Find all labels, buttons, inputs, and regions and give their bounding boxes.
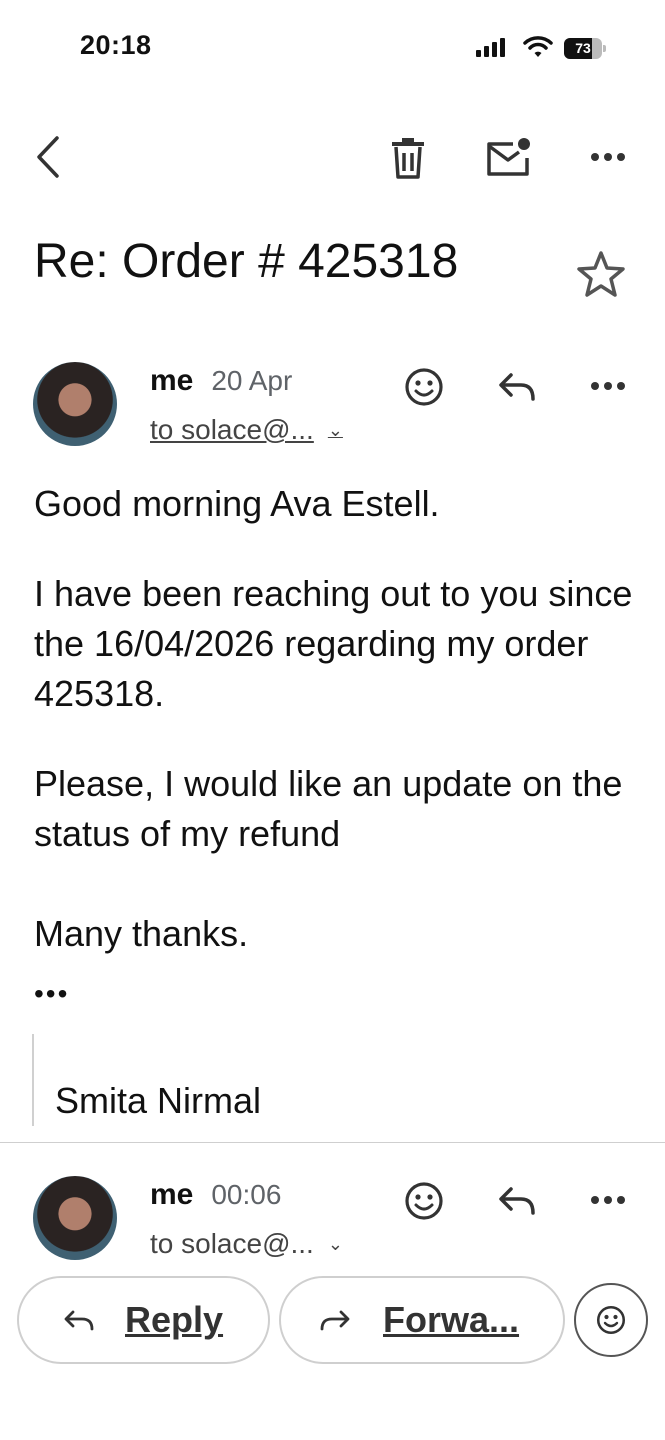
message-header: me 20 Apr	[150, 364, 292, 398]
react-emoji-button[interactable]	[574, 1283, 648, 1357]
body-paragraph: Many thanks.	[34, 913, 249, 954]
delete-button[interactable]	[384, 134, 432, 182]
cellular-signal-icon	[476, 38, 505, 57]
star-button[interactable]	[574, 248, 628, 300]
status-time: 20:18	[80, 30, 152, 60]
more-icon	[591, 382, 625, 390]
avatar[interactable]	[33, 362, 117, 446]
message-date: 20 Apr	[211, 365, 293, 396]
body-paragraph: Good morning Ava Estell.	[34, 483, 440, 524]
reply-label: Reply	[125, 1299, 224, 1340]
message-more-button[interactable]	[584, 1184, 632, 1216]
reply-icon	[499, 373, 535, 401]
forward-button[interactable]: Forwa...	[279, 1276, 565, 1364]
chevron-down-icon: ⌄	[327, 419, 343, 440]
avatar[interactable]	[33, 1176, 117, 1260]
delete-icon	[392, 138, 424, 179]
chevron-down-icon: ⌄	[327, 1233, 343, 1254]
signature: Smita Nirmal	[55, 1080, 262, 1121]
sender-name: me	[150, 364, 194, 397]
more-icon	[591, 153, 625, 161]
back-button[interactable]	[26, 132, 70, 182]
message-header: me 00:06	[150, 1178, 281, 1212]
battery-percent: 73	[575, 40, 591, 56]
emoji-react-icon	[405, 1182, 443, 1220]
react-button[interactable]	[400, 1177, 448, 1225]
message-divider	[0, 1142, 665, 1143]
email-subject: Re: Order # 425318	[34, 235, 459, 288]
reply-icon	[499, 1187, 535, 1215]
mark-unread-icon	[487, 138, 530, 176]
recipient-details[interactable]: to solace@... ⌄	[150, 1228, 343, 1260]
forward-label: Forwa...	[383, 1299, 520, 1340]
message-more-button[interactable]	[584, 370, 632, 402]
message-body: Good morning Ava Estell. I have been rea…	[34, 479, 634, 959]
body-paragraph: Please, I would like an update on the st…	[34, 763, 623, 854]
sender-name: me	[150, 1178, 194, 1211]
reply-button-inline[interactable]	[494, 366, 540, 408]
forward-icon	[320, 1310, 350, 1331]
react-button[interactable]	[400, 363, 448, 411]
message-date: 00:06	[211, 1179, 282, 1210]
recipient-details[interactable]: to solace@... ⌄	[150, 414, 343, 446]
show-trimmed-content-button[interactable]: •••	[34, 978, 69, 1010]
reply-icon	[64, 1310, 94, 1331]
recipient-label: to solace@...	[150, 1228, 314, 1259]
battery-icon: 73	[564, 38, 606, 59]
emoji-react-icon	[405, 368, 443, 406]
more-options-button[interactable]	[584, 140, 632, 174]
back-icon	[37, 136, 59, 178]
star-icon	[577, 251, 625, 297]
more-icon	[591, 1196, 625, 1204]
body-paragraph: I have been reaching out to you since th…	[34, 573, 633, 714]
wifi-icon	[523, 34, 553, 63]
quote-bar	[32, 1034, 34, 1126]
recipient-label: to solace@...	[150, 414, 314, 445]
emoji-react-icon	[596, 1305, 626, 1335]
reply-button-inline[interactable]	[494, 1180, 540, 1222]
reply-button[interactable]: Reply	[17, 1276, 270, 1364]
mark-unread-button[interactable]	[484, 134, 534, 180]
